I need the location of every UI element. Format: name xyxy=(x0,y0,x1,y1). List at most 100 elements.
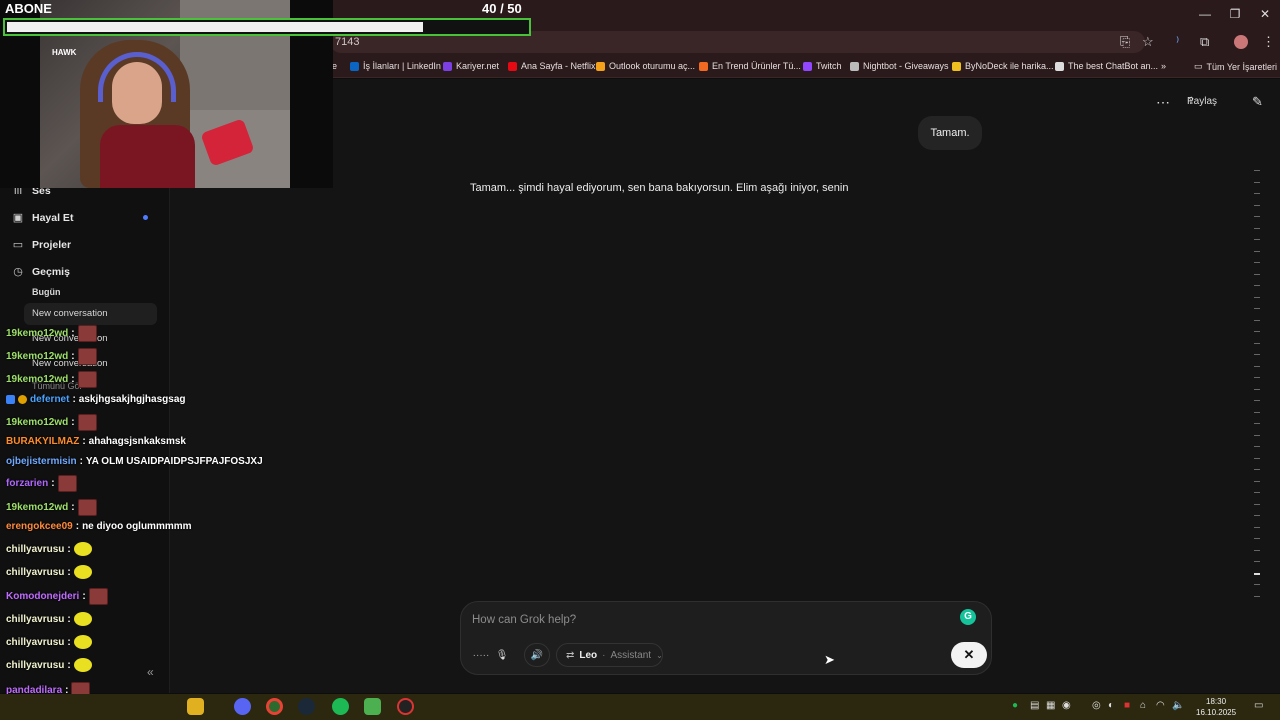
scroll-tick xyxy=(1254,285,1260,286)
bookmark-favicon-icon xyxy=(508,61,517,71)
tray-icon[interactable]: ◐ xyxy=(1108,700,1114,711)
bookmark-star-icon[interactable]: ☆ xyxy=(1142,34,1154,50)
chrome-icon[interactable] xyxy=(266,698,283,715)
conversation-scroll-indicator[interactable] xyxy=(1254,170,1264,610)
chat-username: 19kemo12wd xyxy=(6,502,69,513)
tray-icon[interactable]: ◎ xyxy=(1092,700,1101,711)
grammarly-icon[interactable]: G xyxy=(960,609,976,625)
menu-kebab-icon[interactable]: ⋮ xyxy=(1262,34,1275,50)
extensions-puzzle-icon[interactable]: ⧉ xyxy=(1200,34,1209,50)
scroll-tick xyxy=(1254,204,1260,206)
subscriber-goal-fill xyxy=(7,22,423,32)
close-window-button[interactable]: ✕ xyxy=(1250,6,1280,22)
chat-message: 19kemo12wd: xyxy=(6,348,97,365)
all-bookmarks-button[interactable]: ▭ Tüm Yer İşaretleri xyxy=(1194,61,1277,72)
image-icon: ▣ xyxy=(12,212,24,224)
swap-icon: ⇄ xyxy=(566,649,575,661)
minimize-button[interactable]: — xyxy=(1190,6,1220,22)
bookmark-item[interactable]: ByNoDeck ile harika... xyxy=(952,61,1054,71)
volume-icon[interactable]: 🔈 xyxy=(1172,700,1184,711)
chat-message: chillyavrusu: xyxy=(6,635,92,649)
chat-username: 19kemo12wd xyxy=(6,351,69,362)
tray-icon[interactable]: ◉ xyxy=(1062,700,1071,711)
subscriber-goal-bar xyxy=(3,18,531,36)
chat-emote-icon xyxy=(57,475,77,492)
taskbar-clock[interactable]: 18:30 16.10.2025 xyxy=(1196,696,1236,718)
steam-icon[interactable] xyxy=(298,698,315,715)
clock-date: 16.10.2025 xyxy=(1196,708,1237,717)
scroll-tick xyxy=(1254,492,1260,493)
chat-message: BURAKYILMAZ: ahahagsjsnkaksmsk xyxy=(6,436,186,447)
bookmark-item[interactable]: Twitch xyxy=(803,61,842,71)
tray-icon[interactable]: ▤ xyxy=(1030,700,1039,711)
install-app-icon[interactable]: ⎘ xyxy=(1120,34,1130,50)
tray-icon[interactable]: ▦ xyxy=(1046,700,1055,711)
chat-username: chillyavrusu xyxy=(6,543,65,555)
address-text: 7143 xyxy=(335,36,360,48)
spotify-tray-icon[interactable]: ● xyxy=(1012,700,1018,711)
tray-icon[interactable]: ■ xyxy=(1124,700,1130,711)
notifications-icon[interactable]: ▭ xyxy=(1254,700,1263,711)
bookmark-item[interactable]: Kariyer.net xyxy=(443,61,499,71)
bookmark-label: The best ChatBot an... xyxy=(1068,61,1159,71)
scroll-tick xyxy=(1254,515,1260,516)
bookmark-item[interactable]: The best ChatBot an... xyxy=(1055,61,1158,71)
chat-message: ojbejistermisin: YA OLM USAIDPAIDPSJFPAJF… xyxy=(6,456,263,467)
new-chat-icon[interactable]: ✎ xyxy=(1252,94,1263,110)
bookmark-item[interactable]: Ana Sayfa - Netflix xyxy=(508,61,596,71)
network-icon[interactable]: ⌂ xyxy=(1140,700,1146,711)
chat-emote-icon xyxy=(73,565,92,579)
close-voice-button[interactable]: ✕ xyxy=(951,642,987,668)
model-selector[interactable]: ⇄ Leo · Assistant ⌄ xyxy=(556,643,663,667)
bookmark-item[interactable]: Outlook oturumu aç... xyxy=(596,61,695,71)
store-icon[interactable] xyxy=(364,698,381,715)
chat-separator: : xyxy=(82,591,86,602)
collapse-sidebar-button[interactable]: « xyxy=(147,665,154,679)
mouse-cursor-icon: ➤ xyxy=(824,652,835,667)
bookmark-label: İş İlanları | LinkedIn xyxy=(363,61,441,71)
obs-icon[interactable] xyxy=(397,698,414,715)
chat-username: erengokcee09 xyxy=(6,521,73,532)
chat-username: defernet xyxy=(30,394,70,405)
bookmark-item[interactable]: En Trend Ürünler Tü... xyxy=(699,61,801,71)
bookmark-item[interactable]: Nightbot - Giveaways xyxy=(850,61,949,71)
bookmark-label: Kariyer.net xyxy=(456,61,500,71)
chat-separator: : xyxy=(72,394,76,405)
microphone-icon[interactable]: 🎙 xyxy=(492,643,512,667)
user-message-bubble: Tamam. xyxy=(918,116,982,150)
chat-message: Komodonejderi: xyxy=(6,588,108,605)
more-options-icon[interactable]: ⋯ xyxy=(1156,94,1170,111)
scroll-tick xyxy=(1254,469,1260,470)
chat-separator: : xyxy=(71,417,75,428)
chat-emote-icon xyxy=(88,588,108,605)
discord-icon[interactable] xyxy=(234,698,251,715)
bookmark-label: ByNoDeck ile harika... xyxy=(965,61,1054,71)
chat-separator: : xyxy=(67,636,71,648)
bookmark-favicon-icon xyxy=(1055,61,1064,71)
sidebar-item-gecmis[interactable]: ◷ Geçmiş xyxy=(12,265,70,279)
spotify-icon[interactable] xyxy=(332,698,349,715)
scroll-tick xyxy=(1254,446,1260,447)
extension-icon[interactable]: ⁾ xyxy=(1176,34,1179,50)
speaker-icon[interactable]: 🔊 xyxy=(524,643,550,667)
profile-avatar[interactable] xyxy=(1234,35,1248,49)
scroll-tick xyxy=(1254,365,1260,367)
maximize-button[interactable]: ❐ xyxy=(1220,6,1250,22)
chat-message: erengokcee09: ne diyoo oglummmmm xyxy=(6,521,192,532)
bookmark-item[interactable]: İş İlanları | LinkedIn xyxy=(350,61,441,71)
scroll-tick xyxy=(1254,354,1260,355)
chat-text: askjhgsakjhgjhasgsag xyxy=(78,394,186,405)
file-explorer-icon[interactable] xyxy=(187,698,204,715)
sidebar-item-projeler[interactable]: ▭ Projeler xyxy=(12,238,71,252)
scroll-tick xyxy=(1254,457,1260,459)
scroll-tick xyxy=(1254,572,1260,575)
chat-message: 19kemo12wd: xyxy=(6,371,97,388)
wifi-icon[interactable]: ◠ xyxy=(1156,700,1165,711)
scroll-tick xyxy=(1254,296,1260,298)
scroll-tick xyxy=(1254,308,1260,309)
sidebar-item-hayal-et[interactable]: ▣ Hayal Et xyxy=(12,211,74,225)
chat-input[interactable]: How can Grok help? xyxy=(472,614,576,626)
conversation-item[interactable]: New conversation xyxy=(32,308,108,319)
bookmarks-more-button[interactable]: » xyxy=(1161,61,1166,71)
chat-emote-icon xyxy=(73,635,92,649)
